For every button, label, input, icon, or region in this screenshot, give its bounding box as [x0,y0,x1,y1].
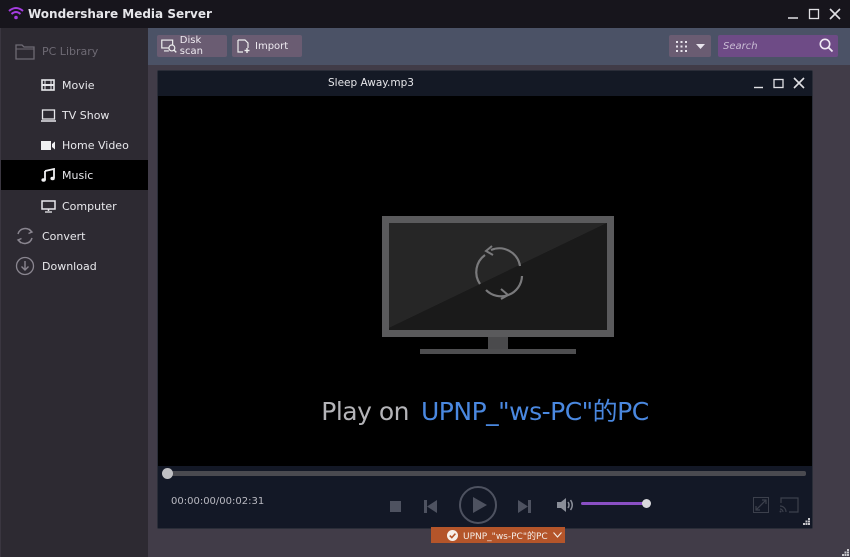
disk-scan-label: Disk scan [179,35,203,57]
maximize-button[interactable] [805,5,823,23]
view-mode-dropdown[interactable] [669,35,711,57]
sidebar-item-label: Computer [62,199,117,213]
sidebar-item-label: Music [62,168,94,182]
time-display: 00:00:00/00:02:31 [171,496,265,507]
player-window: Sleep Away.mp3 Play on UPNP_"ws-PC"的PC 0… [157,70,813,529]
player-screen: Play on UPNP_"ws-PC"的PC [158,96,812,466]
convert-icon [14,225,36,247]
player-controls: 00:00:00/00:02:31 [158,466,812,528]
disk-scan-icon [161,39,177,53]
disk-scan-button[interactable]: Disk scan [157,35,227,57]
fullscreen-button[interactable] [752,496,770,514]
maximize-icon [808,8,820,20]
toolbar: Disk scan Import [148,28,850,65]
sidebar-item-movie[interactable]: Movie [1,70,149,100]
volume-button[interactable] [556,497,576,513]
fullscreen-icon [753,497,769,513]
player-title: Sleep Away.mp3 [328,77,414,89]
sidebar-item-tv-show[interactable]: TV Show [1,100,149,130]
minimize-icon [753,86,763,88]
player-maximize-button[interactable] [770,75,786,91]
play-icon [472,497,487,513]
search-input[interactable] [718,35,814,57]
chevron-down-icon [552,532,562,538]
sidebar-item-label: Download [42,259,97,273]
sidebar-item-computer[interactable]: Computer [1,191,149,221]
sidebar: PC Library Movie TV Show Home Video Musi… [0,28,149,557]
cast-icon [779,497,799,513]
film-icon [39,76,57,94]
search-box [718,35,838,57]
cast-button[interactable] [778,496,800,514]
play-on-message: Play on UPNP_"ws-PC"的PC [158,392,812,428]
device-badge-label: UPNP_"ws-PC"的PC [463,531,548,542]
volume-slider[interactable] [581,499,651,508]
sidebar-item-label: Home Video [62,138,129,152]
import-label: Import [255,40,289,52]
close-button[interactable] [826,5,844,23]
music-note-icon [39,166,57,184]
minimize-button[interactable] [784,5,802,23]
tv-icon [39,106,57,124]
resize-grip-icon[interactable] [803,518,810,525]
search-icon[interactable] [819,38,834,53]
import-icon [237,39,250,53]
previous-icon [423,499,437,513]
stop-button[interactable] [388,499,402,513]
sidebar-item-label: TV Show [62,108,110,122]
video-camera-icon [39,136,57,154]
checkmark-circle-icon [447,529,458,541]
previous-button[interactable] [422,498,438,514]
play-button[interactable] [459,486,497,524]
sidebar-group-pc-library[interactable]: PC Library [1,36,149,66]
sidebar-item-label: Convert [42,229,86,243]
main-area: Disk scan Import Sleep Away.mp3 [148,28,850,557]
wifi-logo-icon [8,7,24,20]
tv-cast-illustration-icon [382,216,614,354]
close-icon [829,8,841,20]
player-minimize-button[interactable] [750,75,766,91]
sidebar-item-download[interactable]: Download [1,251,149,281]
folder-icon [14,40,36,62]
target-device-name: UPNP_"ws-PC"的PC [421,397,649,426]
import-button[interactable]: Import [232,35,302,57]
player-header: Sleep Away.mp3 [158,71,812,96]
app-title: Wondershare Media Server [28,7,212,21]
seek-thumb[interactable] [162,468,173,479]
sidebar-item-home-video[interactable]: Home Video [1,130,149,160]
next-button[interactable] [516,498,532,514]
sidebar-group-label: PC Library [42,44,99,58]
sidebar-item-music[interactable]: Music [1,160,149,190]
seek-bar[interactable] [162,468,806,479]
maximize-icon [772,78,784,88]
monitor-icon [39,197,57,215]
chevron-down-icon [696,44,705,49]
sidebar-item-label: Movie [62,78,95,92]
next-icon [517,499,531,513]
player-close-button[interactable] [791,75,807,91]
close-icon [793,77,805,89]
device-selector-badge[interactable]: UPNP_"ws-PC"的PC [431,527,565,543]
title-bar: Wondershare Media Server [0,0,850,28]
stop-icon [389,500,401,512]
play-on-prefix: Play on [321,397,409,426]
grid-view-icon [676,41,687,52]
minimize-icon [788,17,798,19]
volume-thumb[interactable] [642,499,651,508]
sidebar-item-convert[interactable]: Convert [1,221,149,251]
download-icon [14,255,36,277]
window-resize-grip-icon[interactable] [842,549,849,556]
volume-icon [557,498,573,512]
